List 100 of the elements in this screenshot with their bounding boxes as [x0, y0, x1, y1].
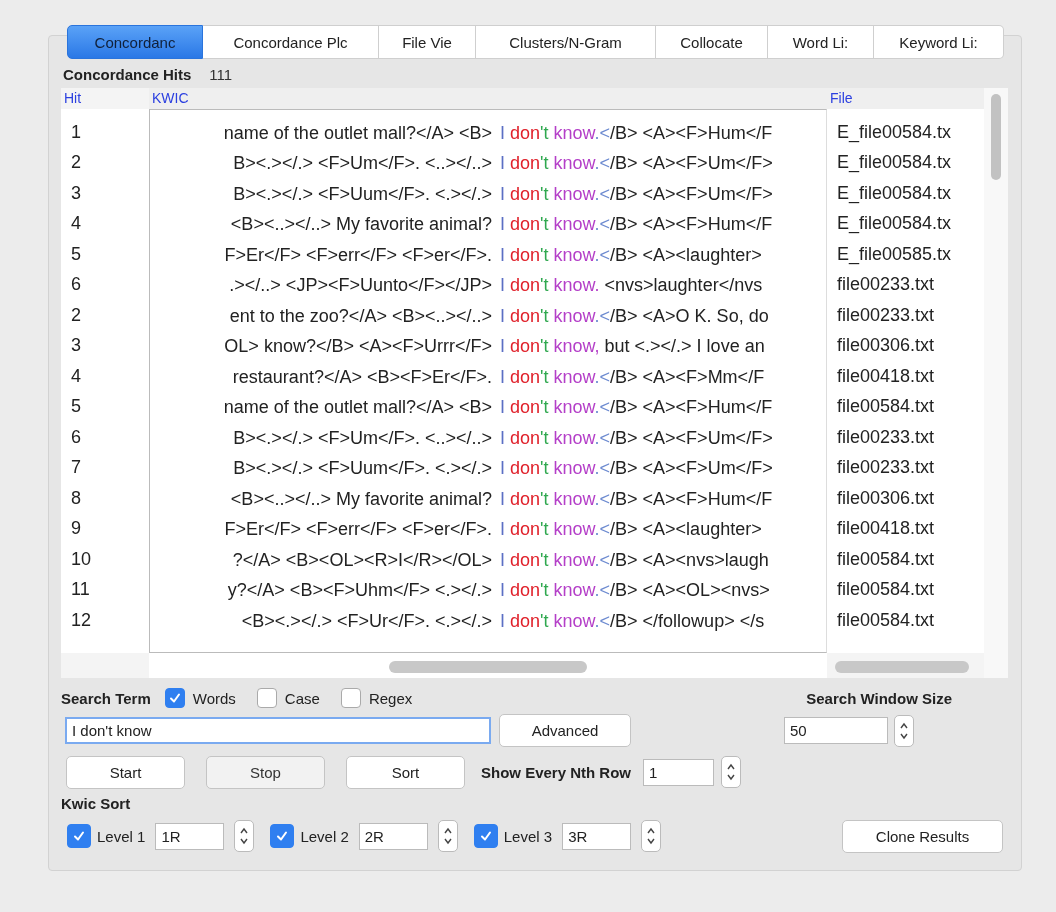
right-context: /B> <A><F>Hum</F — [610, 214, 773, 235]
table-cell: E_file00585.tx — [837, 243, 952, 265]
right-context: /B> <A><F>Hum</F — [610, 397, 773, 418]
checkbox[interactable] — [473, 824, 498, 848]
table-cell: 3 — [71, 335, 81, 357]
right-context: /B> <A><F>Um</F> — [610, 427, 773, 448]
clone-results-button[interactable]: Clone Results — [842, 819, 1003, 853]
right-context: /B> <A><F>Um</F> — [610, 183, 773, 204]
table-cell: 5 — [71, 243, 81, 265]
search-term-label: Search Term — [61, 689, 151, 707]
left-context: B><.></.> <F>Um</F>. <..></..> — [233, 427, 492, 449]
table-cell: 4 — [71, 213, 81, 235]
horizontal-scrollbar[interactable] — [389, 661, 587, 673]
table-cell: file00584.txt — [837, 579, 935, 601]
window-size-label: Search Window Size — [806, 689, 952, 707]
horizontal-scrollbar[interactable] — [835, 661, 969, 673]
keyword: I don't know.< — [500, 122, 611, 144]
search-field[interactable]: I don't know — [65, 717, 491, 744]
table-cell: 4 — [71, 365, 81, 387]
checkbox-label[interactable]: Level 2 — [300, 827, 349, 845]
column-header[interactable]: Hit — [64, 90, 82, 106]
table-cell: file00306.txt — [837, 487, 935, 509]
input-field[interactable]: 1 — [643, 758, 715, 786]
left-context: F>Er</F> <F>err</F> <F>er</F>. — [224, 244, 492, 266]
stepper-icon[interactable] — [437, 820, 458, 852]
table-cell: E_file00584.tx — [837, 182, 952, 204]
stepper-icon[interactable] — [894, 714, 914, 747]
table-cell: 1 — [71, 121, 81, 143]
right-context: /B> <A><nvs>laugh — [610, 549, 769, 570]
right-context: /B> <A><F>Hum</F — [610, 122, 773, 143]
right-context: /B> <A><F>Hum</F — [610, 488, 773, 509]
table-cell: file00306.txt — [837, 335, 935, 357]
stepper-icon[interactable] — [721, 756, 742, 788]
stepper-icon[interactable] — [234, 820, 255, 852]
right-context: /B> <A><OL><nvs> — [610, 580, 770, 601]
table-cell: file00233.txt — [837, 457, 935, 479]
left-context: y?</A> <B><F>Uhm</F> <.></.> — [227, 580, 492, 602]
table-cell: file00233.txt — [837, 426, 935, 448]
table-cell: file00418.txt — [837, 518, 935, 540]
left-context: B><.></.> <F>Uum</F>. <.></.> — [233, 183, 492, 205]
keyword: I don't know.< — [500, 214, 611, 236]
input-field[interactable]: 3R — [562, 822, 632, 850]
tab[interactable]: Keyword Li: — [874, 25, 1004, 59]
checkbox-label[interactable]: Level 1 — [97, 827, 146, 845]
keyword: I don't know.< — [500, 549, 611, 571]
table-cell: E_file00584.tx — [837, 152, 952, 174]
checkbox[interactable] — [270, 824, 295, 848]
tab[interactable]: Word Li: — [768, 25, 874, 59]
checkbox[interactable] — [67, 824, 91, 848]
table-cell: E_file00584.tx — [837, 121, 952, 143]
action-button[interactable]: Start — [66, 755, 185, 789]
table-cell: 3 — [71, 182, 81, 204]
table-cell: 10 — [71, 548, 92, 570]
checkbox[interactable] — [256, 688, 277, 708]
left-context: ent to the zoo?</A> <B><..></..> — [229, 305, 492, 327]
right-context: /B> <A><laughter> — [610, 244, 762, 265]
table-cell: 5 — [71, 396, 81, 418]
right-context: /B> <A>O K. So, do — [610, 305, 769, 326]
checkbox-label[interactable]: Case — [284, 689, 320, 707]
advanced-button[interactable]: Advanced — [499, 714, 631, 747]
left-context: restaurant?</A> <B><F>Er</F>. — [232, 366, 492, 388]
input-field[interactable]: 2R — [358, 822, 428, 850]
left-context: .></..> <JP><F>Uunto</F></JP> — [229, 275, 492, 297]
keyword: I don't know. — [500, 275, 600, 297]
action-button[interactable]: Sort — [346, 755, 465, 789]
column-header[interactable]: KWIC — [152, 90, 189, 106]
table-cell: 2 — [71, 304, 81, 326]
input-field[interactable]: 50 — [784, 717, 888, 744]
keyword: I don't know.< — [500, 183, 611, 205]
tab[interactable]: Clusters/N-Gram — [476, 25, 656, 59]
checkbox-label[interactable]: Level 3 — [503, 827, 553, 845]
vertical-scrollbar[interactable] — [984, 88, 1008, 678]
tab[interactable]: File Vie — [379, 25, 476, 59]
tab[interactable]: Concordanc — [67, 25, 203, 59]
tab[interactable]: Concordance Plc — [203, 25, 379, 59]
checkbox[interactable] — [340, 688, 361, 708]
checkbox[interactable] — [164, 688, 185, 708]
tab[interactable]: Collocate — [656, 25, 768, 59]
table-cell: 6 — [71, 426, 81, 448]
keyword: I don't know.< — [500, 397, 611, 419]
right-context: /B> <A><F>Um</F> — [610, 458, 773, 479]
table-cell: 2 — [71, 152, 81, 174]
right-context: /B> <A><F>Mm</F — [610, 366, 765, 387]
keyword: I don't know.< — [500, 427, 611, 449]
table-cell: 12 — [71, 609, 92, 631]
checkmark-icon — [275, 829, 290, 843]
checkmark-icon — [478, 829, 493, 843]
hits-label: Concordance Hits — [63, 65, 192, 83]
keyword: I don't know.< — [500, 610, 611, 632]
table-cell: 7 — [71, 457, 81, 479]
left-context: name of the outlet mall?</A> <B> — [223, 397, 492, 419]
keyword: I don't know.< — [500, 519, 611, 541]
stepper-icon[interactable] — [641, 820, 662, 852]
input-field[interactable]: 1R — [155, 822, 225, 850]
checkbox-label[interactable]: Words — [192, 689, 236, 707]
keyword: I don't know.< — [500, 244, 611, 266]
table-cell: 9 — [71, 518, 81, 540]
column-header[interactable]: File — [830, 90, 853, 106]
checkbox-label[interactable]: Regex — [368, 689, 413, 707]
left-context: <B><..></..> My favorite animal? — [230, 214, 492, 236]
